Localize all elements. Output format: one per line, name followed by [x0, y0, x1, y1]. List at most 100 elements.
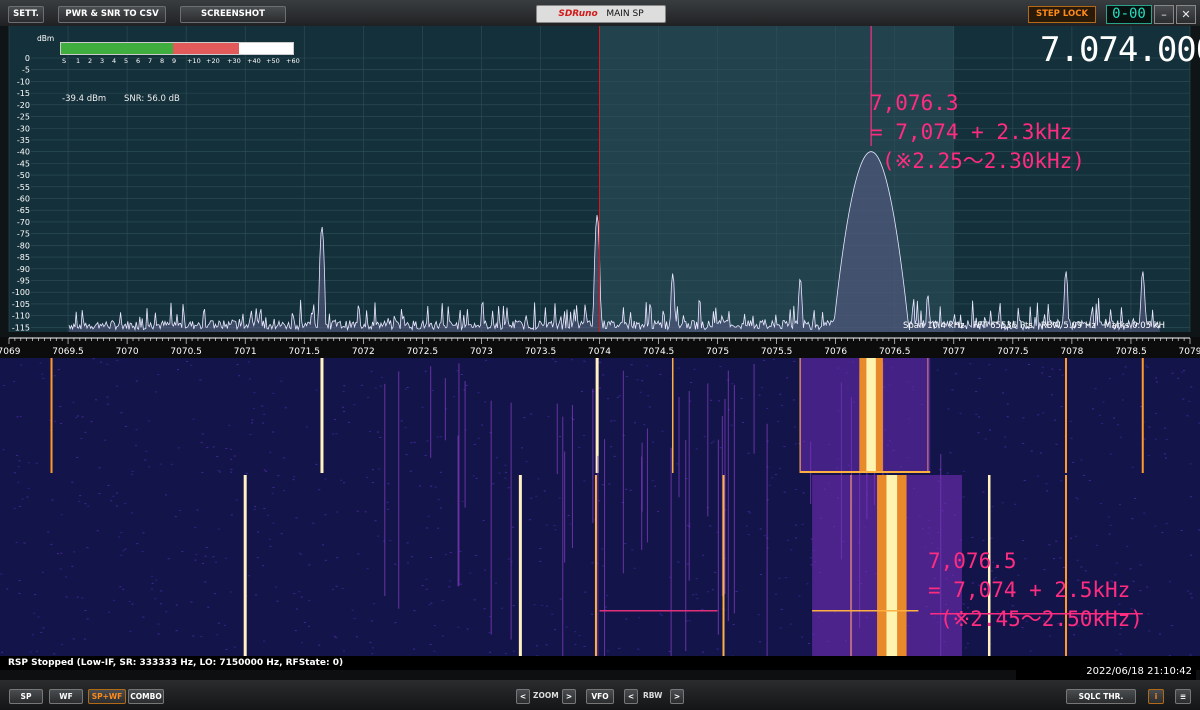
waterfall-faint-line [458, 363, 460, 586]
waterfall-noise [120, 412, 123, 414]
waterfall-noise [378, 468, 381, 470]
y-tick-label: -15 [17, 89, 30, 98]
waterfall-noise [342, 406, 345, 408]
waterfall-noise [263, 469, 266, 471]
waterfall-noise [425, 578, 428, 580]
waterfall-noise [124, 548, 127, 550]
waterfall-noise [1124, 366, 1127, 368]
waterfall-noise [13, 507, 16, 509]
wf-button[interactable]: WF [49, 689, 83, 704]
waterfall-noise [131, 473, 134, 475]
waterfall-noise [598, 387, 601, 389]
waterfall-noise [962, 470, 965, 472]
window-title-label: MAIN SP [606, 9, 644, 19]
waterfall-noise [1146, 366, 1149, 368]
waterfall-noise [1116, 424, 1119, 426]
x-tick-label: 7069.5 [52, 347, 84, 357]
waterfall-noise [65, 596, 68, 598]
info-button[interactable]: i [1148, 689, 1164, 704]
waterfall-noise [630, 364, 633, 366]
waterfall-noise [633, 422, 636, 424]
y-tick-label: -85 [17, 253, 30, 262]
waterfall-noise [1102, 401, 1105, 403]
waterfall-noise [1083, 474, 1086, 476]
waterfall-noise [668, 650, 671, 652]
waterfall-noise [165, 494, 168, 496]
waterfall-noise [779, 393, 782, 395]
waterfall-noise [312, 522, 315, 524]
waterfall-noise [250, 422, 253, 424]
waterfall-noise [262, 422, 265, 424]
span-info: Span 10.4 kHz [903, 321, 965, 331]
waterfall-noise [1022, 417, 1025, 419]
waterfall-noise [1143, 438, 1146, 440]
waterfall-noise [54, 420, 57, 422]
waterfall-noise [761, 387, 764, 389]
waterfall-noise [207, 606, 210, 608]
waterfall-noise [955, 373, 958, 375]
sp-button[interactable]: SP [9, 689, 43, 704]
menu-button[interactable]: ≡ [1175, 689, 1191, 704]
waterfall-noise [719, 366, 722, 368]
waterfall-noise [29, 651, 32, 653]
step-lock-button[interactable]: STEP LOCK [1028, 6, 1096, 23]
waterfall-noise [200, 636, 203, 638]
waterfall-noise [33, 612, 36, 614]
waterfall-noise [204, 555, 207, 557]
waterfall-faint-line [670, 447, 672, 656]
waterfall-noise [1189, 496, 1192, 498]
settings-button[interactable]: SETT. [8, 6, 44, 23]
zoom-right-button[interactable]: > [562, 689, 576, 704]
close-button[interactable]: ✕ [1176, 5, 1196, 24]
waterfall-noise [1109, 453, 1112, 455]
waterfall-faint-line [727, 370, 729, 622]
waterfall-noise [145, 450, 148, 452]
waterfall-faint-line [430, 366, 432, 458]
sp-wf-button[interactable]: SP+WF [88, 689, 126, 704]
s-meter-scale-label: +40 [247, 57, 261, 65]
waterfall-noise [717, 400, 720, 402]
waterfall-noise [732, 624, 735, 626]
waterfall-noise [975, 413, 978, 415]
waterfall-noise [79, 495, 82, 497]
minimize-button[interactable]: – [1154, 5, 1174, 24]
waterfall-noise [962, 496, 965, 498]
zoom-left-button[interactable]: < [516, 689, 530, 704]
waterfall-noise [238, 375, 241, 377]
waterfall-noise [120, 532, 123, 534]
rbw-left-button[interactable]: < [624, 689, 638, 704]
waterfall-noise [731, 383, 734, 385]
waterfall-noise [229, 448, 232, 450]
waterfall-noise [1181, 371, 1184, 373]
waterfall-noise [441, 599, 444, 601]
waterfall-noise [1005, 369, 1008, 371]
waterfall-noise [695, 448, 698, 450]
waterfall-noise [659, 373, 662, 375]
waterfall-noise [1041, 366, 1044, 368]
vfo-button[interactable]: VFO [586, 689, 614, 704]
waterfall-noise [706, 591, 709, 593]
waterfall-noise [1147, 455, 1150, 457]
waterfall-noise [1180, 529, 1183, 531]
waterfall-noise [343, 482, 346, 484]
waterfall-noise [465, 384, 468, 386]
waterfall-noise [624, 543, 627, 545]
waterfall-noise [1040, 452, 1043, 454]
pwr-snr-csv-button[interactable]: PWR & SNR TO CSV [58, 6, 166, 23]
waterfall-noise [212, 556, 215, 558]
waterfall-noise [766, 407, 769, 409]
waterfall-noise [641, 380, 644, 382]
screenshot-button[interactable]: SCREENSHOT [180, 6, 286, 23]
rbw-right-button[interactable]: > [670, 689, 684, 704]
waterfall-noise [418, 485, 421, 487]
sqlc-threshold-button[interactable]: SQLC THR. [1066, 689, 1136, 704]
waterfall-noise [800, 636, 803, 638]
waterfall-noise [984, 438, 987, 440]
waterfall-noise [100, 361, 103, 363]
waterfall-noise [759, 528, 762, 530]
waterfall-faint-line [571, 405, 573, 548]
combo-button[interactable]: COMBO [128, 689, 164, 704]
waterfall-noise [374, 520, 377, 522]
waterfall-noise [1177, 377, 1180, 379]
waterfall-noise [492, 483, 495, 485]
